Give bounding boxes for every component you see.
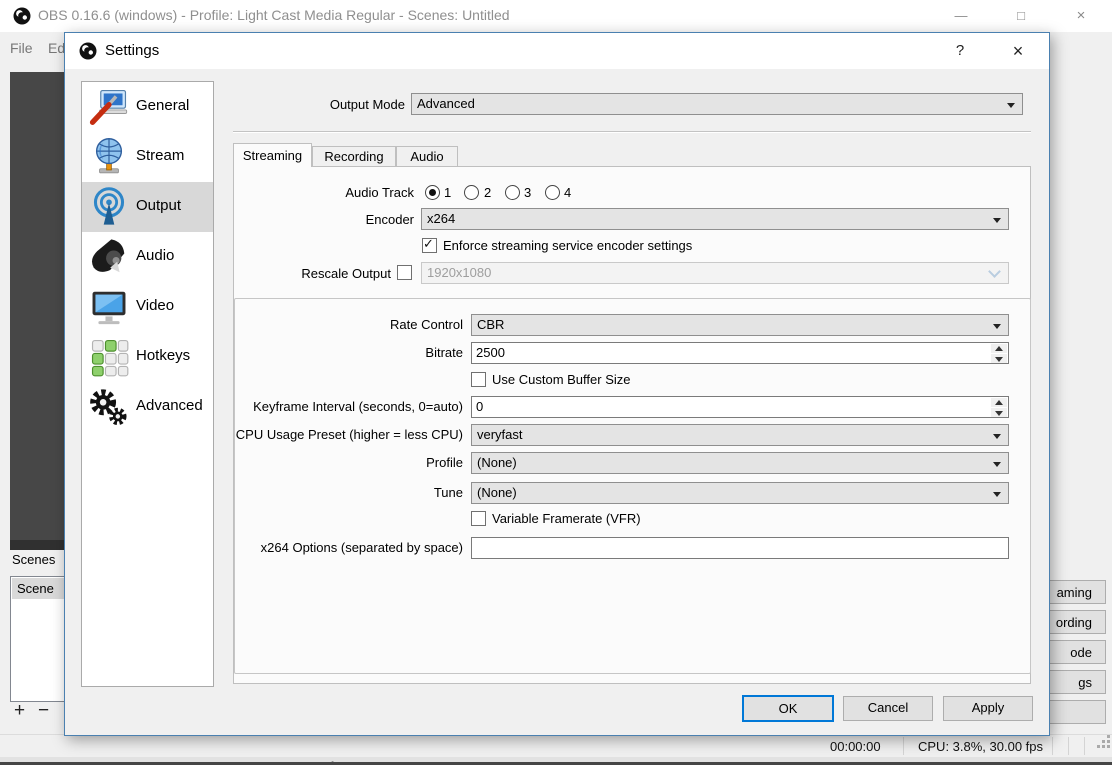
audio-track-option: 3 <box>524 185 531 200</box>
enforce-encoder-label: Enforce streaming service encoder settin… <box>443 238 692 253</box>
enforce-encoder-checkbox[interactable] <box>422 238 437 253</box>
hotkeys-icon <box>89 337 129 377</box>
vfr-label: Variable Framerate (VFR) <box>492 511 641 526</box>
output-mode-label: Output Mode <box>265 97 405 112</box>
ok-button[interactable]: OK <box>742 695 834 722</box>
status-bar: 00:00:00 CPU: 3.8%, 30.00 fps <box>0 734 1112 758</box>
encoder-select[interactable]: x264 <box>421 208 1009 230</box>
sidebar-item-label: Stream <box>136 147 184 164</box>
settings-dialog: Settings ? × General <box>64 32 1050 736</box>
sidebar-item-label: Advanced <box>136 397 203 414</box>
close-icon[interactable]: × <box>1064 4 1098 28</box>
maximize-icon[interactable]: □ <box>1004 4 1038 28</box>
output-icon <box>89 187 129 227</box>
cancel-button[interactable]: Cancel <box>843 696 933 721</box>
audio-track-label: Audio Track <box>245 185 414 200</box>
obs-main-window: OBS 0.16.6 (windows) - Profile: Light Ca… <box>0 0 1112 765</box>
dialog-title: Settings <box>105 42 159 59</box>
audio-track-option: 4 <box>564 185 571 200</box>
status-separator <box>903 737 904 755</box>
status-separator <box>1084 737 1085 755</box>
profile-select[interactable]: (None) <box>471 452 1009 474</box>
audio-track-radio-1[interactable] <box>425 185 440 200</box>
rate-control-select[interactable]: CBR <box>471 314 1009 336</box>
audio-track-radio-3[interactable] <box>505 185 520 200</box>
keyframe-interval-spinner[interactable]: 0 <box>471 396 1009 418</box>
cpu-preset-select[interactable]: veryfast <box>471 424 1009 446</box>
sidebar-item-hotkeys[interactable]: Hotkeys <box>82 332 213 382</box>
add-scene-button[interactable]: + <box>14 700 25 722</box>
sidebar-item-label: General <box>136 97 189 114</box>
x264-options-input[interactable] <box>471 537 1009 559</box>
rescale-output-checkbox[interactable] <box>397 265 412 280</box>
scenes-dock-title: Scenes <box>12 552 55 567</box>
keyframe-interval-label: Keyframe Interval (seconds, 0=auto) <box>235 399 463 414</box>
cpu-preset-label: CPU Usage Preset (higher = less CPU) <box>235 427 463 442</box>
sidebar-item-stream[interactable]: Stream <box>82 132 213 182</box>
custom-buffer-checkbox[interactable] <box>471 372 486 387</box>
tab-audio[interactable]: Audio <box>396 146 458 167</box>
advanced-icon <box>89 387 129 427</box>
sidebar-item-video[interactable]: Video <box>82 282 213 332</box>
sidebar-item-audio[interactable]: Audio <box>82 232 213 282</box>
profile-label: Profile <box>235 455 463 470</box>
vfr-checkbox[interactable] <box>471 511 486 526</box>
general-icon <box>89 87 129 127</box>
minimize-icon[interactable]: — <box>944 4 978 28</box>
sidebar-item-label: Hotkeys <box>136 347 190 364</box>
spinner-arrows-icon[interactable] <box>991 344 1007 362</box>
sidebar-item-label: Audio <box>136 247 174 264</box>
stream-time: 00:00:00 <box>830 739 881 754</box>
menu-file[interactable]: File <box>10 40 33 56</box>
audio-track-option: 2 <box>484 185 491 200</box>
tune-label: Tune <box>235 485 463 500</box>
audio-track-radio-2[interactable] <box>464 185 479 200</box>
remove-scene-button[interactable]: − <box>38 700 49 722</box>
rescale-resolution-select: 1920x1080 <box>421 262 1009 284</box>
obs-logo-icon <box>79 42 97 60</box>
sidebar-item-label: Output <box>136 197 181 214</box>
settings-sidebar: General Stream Output <box>81 81 214 687</box>
sidebar-item-general[interactable]: General <box>82 82 213 132</box>
resize-grip[interactable] <box>1097 745 1100 748</box>
rescale-output-label: Rescale Output <box>225 266 391 281</box>
window-title: OBS 0.16.6 (windows) - Profile: Light Ca… <box>38 7 510 23</box>
rate-control-label: Rate Control <box>235 317 463 332</box>
menu-edit-partial[interactable]: Ed <box>48 40 65 56</box>
separator <box>233 131 1031 133</box>
tab-streaming[interactable]: Streaming <box>233 143 312 167</box>
dialog-titlebar: Settings ? × <box>65 33 1049 69</box>
spinner-arrows-icon[interactable] <box>991 398 1007 416</box>
custom-buffer-label: Use Custom Buffer Size <box>492 372 630 387</box>
stream-icon <box>89 137 129 177</box>
main-titlebar: OBS 0.16.6 (windows) - Profile: Light Ca… <box>0 0 1112 32</box>
sidebar-item-output[interactable]: Output <box>82 182 213 232</box>
cpu-fps-stats: CPU: 3.8%, 30.00 fps <box>918 739 1043 754</box>
output-mode-select[interactable]: Advanced <box>411 93 1023 115</box>
status-separator <box>1052 737 1053 755</box>
dialog-close-icon[interactable]: × <box>1003 39 1033 63</box>
obs-logo-icon <box>13 7 31 25</box>
sidebar-item-advanced[interactable]: Advanced <box>82 382 213 432</box>
encoder-label: Encoder <box>245 212 414 227</box>
audio-icon <box>89 237 129 277</box>
sidebar-item-label: Video <box>136 297 174 314</box>
apply-button[interactable]: Apply <box>943 696 1033 721</box>
status-separator <box>1068 737 1069 755</box>
tune-select[interactable]: (None) <box>471 482 1009 504</box>
bitrate-label: Bitrate <box>235 345 463 360</box>
help-icon[interactable]: ? <box>945 39 975 63</box>
audio-track-option: 1 <box>444 185 451 200</box>
bitrate-spinner[interactable]: 2500 <box>471 342 1009 364</box>
x264-options-label: x264 Options (separated by space) <box>235 540 463 555</box>
tab-recording[interactable]: Recording <box>312 146 396 167</box>
audio-track-radio-4[interactable] <box>545 185 560 200</box>
video-icon <box>89 287 129 327</box>
